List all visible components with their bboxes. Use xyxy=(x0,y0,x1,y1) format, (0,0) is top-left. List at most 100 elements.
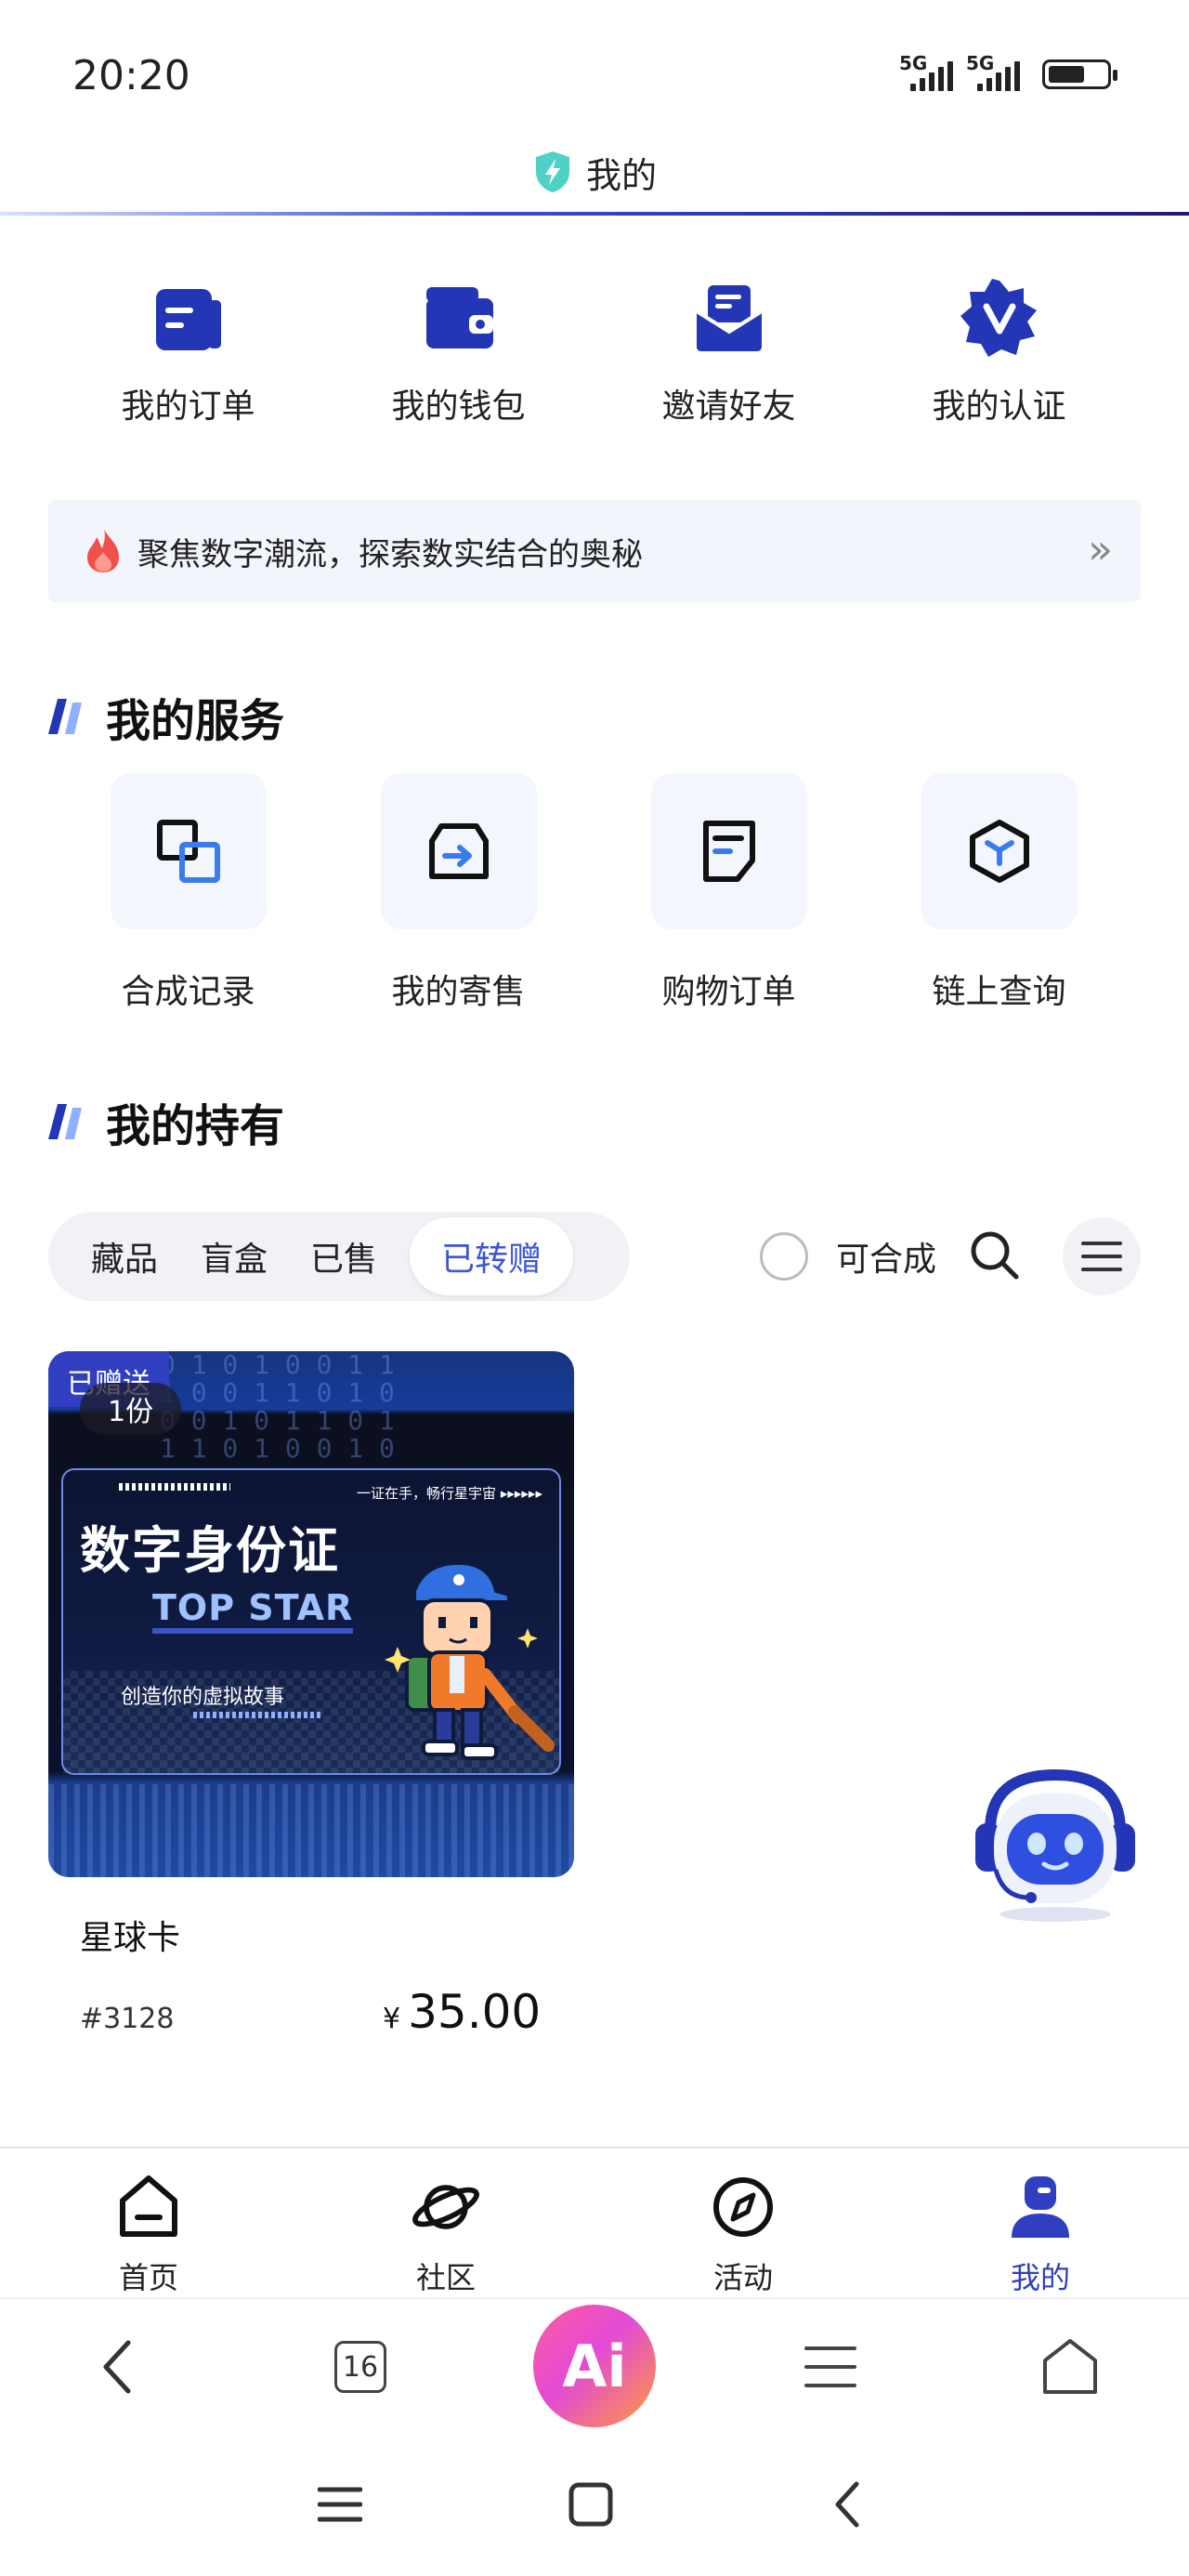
nav-label: 社区 xyxy=(415,2260,476,2295)
holdings-title: 我的持有 xyxy=(106,1100,285,1152)
nav-label: 活动 xyxy=(712,2260,773,2295)
tab-transferred[interactable]: 已转赠 xyxy=(410,1217,574,1295)
artwork-story-text: 创造你的虚拟故事 xyxy=(121,1686,285,1709)
holdings-tabs: 藏品 盲盒 已售 已转赠 xyxy=(48,1212,630,1301)
status-icons: 5G 5G xyxy=(899,52,1117,91)
tab-sold[interactable]: 已售 xyxy=(289,1217,399,1295)
browser-home-button[interactable] xyxy=(1031,2299,1109,2435)
collection-image[interactable]: 0 1 0 1 0 0 1 11 0 0 1 1 0 1 00 0 1 0 1 … xyxy=(48,1351,574,1877)
shopping-orders-button[interactable]: 购物订单 xyxy=(594,773,864,1013)
robot-assistant-icon xyxy=(975,1768,1135,1922)
collection-id: #3128 xyxy=(80,2003,175,2035)
user-icon xyxy=(1005,2173,1076,2241)
menu-icon xyxy=(318,2487,362,2522)
blockchain-cube-icon xyxy=(921,773,1078,929)
system-menu-button[interactable] xyxy=(312,2453,368,2556)
pixel-character-icon xyxy=(385,1560,555,1760)
browser-menu-button[interactable] xyxy=(791,2299,869,2435)
collection-name: 星球卡 xyxy=(80,1919,181,1957)
artwork-title: 数字身份证 xyxy=(80,1521,340,1580)
quick-action-label: 我的订单 xyxy=(121,388,255,426)
holdings-section-header: 我的持有 xyxy=(48,1089,284,1154)
synthesizable-radio[interactable] xyxy=(760,1232,808,1281)
tab-collections[interactable]: 藏品 xyxy=(54,1217,179,1295)
ai-assistant-button[interactable]: Ai xyxy=(533,2299,656,2435)
services-grid: 合成记录 我的寄售 购物订单 链上查询 xyxy=(0,773,1189,1013)
my-verification-button[interactable]: 我的认证 xyxy=(864,279,1134,427)
nav-label: 首页 xyxy=(118,2260,178,2295)
section-marker-icon xyxy=(48,1104,82,1139)
bottom-navigation: 首页 社区 活动 我的 xyxy=(0,2147,1189,2297)
tab-count: 16 xyxy=(334,2341,386,2393)
system-navigation-bar xyxy=(0,2453,1189,2556)
home-outline-icon xyxy=(1043,2339,1097,2394)
home-icon xyxy=(113,2173,184,2241)
consign-box-icon xyxy=(380,773,537,929)
nav-activity[interactable]: 活动 xyxy=(594,2149,892,2297)
signal-icon: 5G xyxy=(899,52,953,91)
chevron-left-icon xyxy=(103,2340,131,2394)
battery-icon xyxy=(1042,59,1117,89)
order-icon xyxy=(150,279,228,357)
banner-text: 聚焦数字潮流，探索数实结合的奥秘 xyxy=(137,535,643,573)
synthesis-records-button[interactable]: 合成记录 xyxy=(53,773,323,1013)
artwork-tagline: 一证在手，畅行星宇宙 ▸▸▸▸▸▸ xyxy=(357,1485,542,1502)
status-bar: 20:20 5G 5G xyxy=(0,0,1189,139)
id-card-artwork: 一证在手，畅行星宇宙 ▸▸▸▸▸▸ 数字身份证 TOP STAR 创造你的虚拟故… xyxy=(61,1468,561,1775)
service-label: 链上查询 xyxy=(932,973,1066,1011)
my-consignment-button[interactable]: 我的寄售 xyxy=(323,773,594,1013)
nav-label: 我的 xyxy=(1010,2260,1070,2295)
my-orders-button[interactable]: 我的订单 xyxy=(53,279,323,427)
quick-action-label: 我的认证 xyxy=(932,388,1066,426)
services-title: 我的服务 xyxy=(106,695,285,747)
shopping-order-icon xyxy=(650,773,807,929)
browser-toolbar: 16 Ai xyxy=(0,2297,1189,2433)
quick-actions: 我的订单 我的钱包 邀请好友 我的认证 xyxy=(0,279,1189,427)
title-divider xyxy=(0,212,1189,216)
search-icon[interactable] xyxy=(968,1229,1020,1281)
chevron-left-icon xyxy=(835,2481,859,2528)
collection-card[interactable]: 0 1 0 1 0 0 1 11 0 0 1 1 0 1 00 0 1 0 1 … xyxy=(48,1351,574,2039)
signal-icon: 5G xyxy=(966,52,1020,91)
invite-friends-button[interactable]: 邀请好友 xyxy=(594,279,864,427)
assistant-robot-button[interactable] xyxy=(959,1766,1152,1924)
browser-back-button[interactable] xyxy=(78,2299,156,2435)
service-label: 我的寄售 xyxy=(391,973,526,1011)
merge-icon xyxy=(110,773,267,929)
shield-lightning-icon xyxy=(535,151,569,192)
ai-icon: Ai xyxy=(533,2305,656,2427)
status-time: 20:20 xyxy=(72,52,190,99)
pattern-decoration xyxy=(48,1784,574,1877)
service-label: 购物订单 xyxy=(661,973,796,1011)
planet-icon xyxy=(411,2173,481,2241)
nav-home[interactable]: 首页 xyxy=(0,2149,297,2297)
my-wallet-button[interactable]: 我的钱包 xyxy=(323,279,594,427)
browser-tabs-button[interactable]: 16 xyxy=(321,2299,399,2435)
compass-icon xyxy=(708,2173,778,2241)
service-label: 合成记录 xyxy=(121,973,255,1011)
nav-community[interactable]: 社区 xyxy=(297,2149,594,2297)
collection-meta: #3128 ¥35.00 xyxy=(80,1985,574,2039)
synthesizable-filter[interactable]: 可合成 xyxy=(760,1232,936,1281)
verified-badge-icon xyxy=(960,279,1039,357)
section-marker-icon xyxy=(48,699,82,734)
invite-mail-icon xyxy=(690,279,768,357)
artwork-subtitle: TOP STAR xyxy=(152,1587,354,1634)
title-bar: 我的 xyxy=(0,130,1189,214)
quick-action-label: 邀请好友 xyxy=(661,388,796,426)
fire-icon xyxy=(87,530,119,572)
announcement-banner[interactable]: 聚焦数字潮流，探索数实结合的奥秘 » xyxy=(48,500,1141,602)
services-section-header: 我的服务 xyxy=(48,684,284,749)
menu-icon[interactable] xyxy=(1063,1217,1141,1295)
hamburger-menu-icon xyxy=(804,2346,856,2387)
copies-badge: 1份 xyxy=(80,1383,182,1435)
chain-query-button[interactable]: 链上查询 xyxy=(864,773,1134,1013)
page-title: 我的 xyxy=(585,154,657,196)
tab-blind-boxes[interactable]: 盲盒 xyxy=(179,1217,289,1295)
system-back-button[interactable] xyxy=(819,2453,875,2556)
nav-mine[interactable]: 我的 xyxy=(892,2149,1189,2297)
quick-action-label: 我的钱包 xyxy=(391,388,526,426)
double-chevron-right-icon[interactable]: » xyxy=(1088,526,1113,573)
synthesizable-label: 可合成 xyxy=(836,1241,937,1279)
system-home-button[interactable] xyxy=(563,2453,619,2556)
